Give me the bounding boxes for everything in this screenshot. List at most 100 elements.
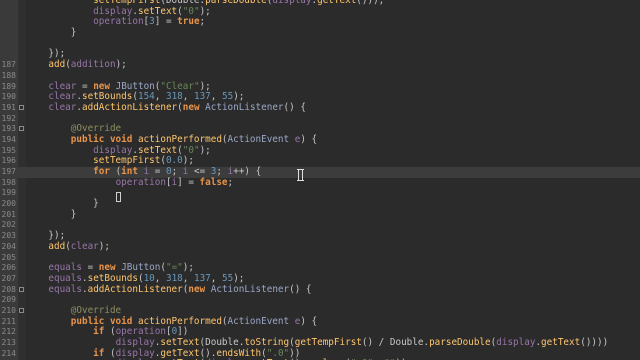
code-token: ); (199, 80, 211, 92)
code-text: } (26, 208, 77, 221)
code-token: ]) (177, 326, 189, 338)
code-token: setText (137, 144, 178, 156)
code-token: ".0" (266, 347, 290, 359)
code-token: <= (188, 166, 211, 177)
line-number: 199 (1, 188, 16, 198)
code-token: ] = (177, 176, 200, 188)
line-number: 196 (1, 156, 16, 166)
code-token: () { (283, 101, 306, 113)
code-line[interactable]: 201 } (0, 208, 640, 221)
code-token: add (48, 240, 66, 252)
code-line[interactable]: 191 clear.addActionListener(new ActionLi… (0, 101, 640, 114)
code-token: } (26, 208, 77, 220)
code-token: ) { (300, 315, 318, 327)
code-line[interactable] (0, 39, 640, 50)
code-token: ); (98, 240, 110, 252)
code-token: ActionListener (210, 283, 290, 295)
code-token: setBounds (82, 91, 133, 103)
code-token: actionPerformed (137, 133, 222, 145)
code-token: getText (317, 0, 357, 6)
code-token: clear (48, 101, 77, 113)
code-line[interactable]: 202 (0, 220, 640, 231)
line-number: 192 (1, 113, 16, 123)
code-token: if (93, 347, 105, 359)
code-token: 154 (137, 91, 155, 103)
line-number: 206 (1, 263, 16, 273)
line-number: 211 (1, 316, 16, 326)
code-token: 10 (143, 272, 155, 284)
code-token: "=" (165, 262, 183, 274)
fold-toggle-icon[interactable] (19, 104, 24, 110)
code-line[interactable]: } (0, 27, 640, 39)
code-token: ) { (300, 133, 318, 145)
code-token: ); (182, 155, 194, 167)
code-token: } (26, 198, 99, 210)
code-line[interactable]: 204 add(clear); (0, 240, 640, 253)
line-number: 203 (1, 231, 16, 241)
line-number: 201 (1, 209, 16, 219)
code-token: 55 (221, 91, 234, 103)
code-token: 137 (193, 91, 211, 103)
code-area[interactable]: setTempFirst(Double.parseDouble(display.… (0, 0, 640, 360)
fold-toggle-icon[interactable] (19, 126, 24, 132)
code-token: if (93, 326, 105, 338)
code-token: }); (26, 48, 66, 60)
line-number: 188 (1, 70, 16, 80)
code-token: ; (216, 166, 228, 177)
i-beam-cursor-icon (297, 169, 304, 181)
code-line[interactable]: 187 add(addition); (0, 59, 640, 71)
code-token: setText (137, 5, 178, 17)
code-token: , (210, 91, 222, 103)
code-token: setText (160, 337, 200, 348)
code-token: actionPerformed (137, 315, 222, 327)
code-token: ())); (356, 0, 385, 6)
code-text: equals.addActionListener(new ActionListe… (26, 283, 311, 296)
line-number: 193 (1, 124, 16, 134)
code-token: for (93, 166, 110, 177)
code-token: new (93, 80, 110, 92)
code-token: @Override (70, 123, 122, 135)
code-token: ); (199, 5, 211, 17)
code-text: clear.addActionListener(new ActionListen… (26, 101, 306, 114)
line-number: 202 (1, 220, 16, 230)
code-token: equals (48, 272, 82, 284)
code-token: 137 (193, 272, 211, 284)
line-number: 200 (1, 199, 16, 209)
code-line[interactable]: 200 } (0, 198, 640, 210)
code-token: ; (227, 176, 234, 188)
code-token: true (177, 16, 200, 28)
code-token: "0" (182, 5, 200, 17)
line-number: 213 (1, 338, 16, 347)
fold-toggle-icon[interactable] (19, 307, 24, 313)
code-token: operation (93, 16, 144, 28)
code-token: = (149, 166, 166, 177)
code-token: int (121, 166, 138, 177)
code-token: operation (115, 176, 166, 188)
code-token: ( (104, 326, 116, 338)
code-token: () / Double. (361, 337, 430, 348)
line-number: 210 (1, 305, 16, 315)
code-token: display (496, 337, 536, 348)
code-token: operation (115, 326, 166, 338)
code-token: ); (233, 91, 245, 103)
fold-toggle-icon[interactable] (19, 286, 24, 292)
code-token: public void (70, 315, 138, 327)
code-token: , (182, 272, 194, 284)
line-number: 195 (1, 145, 16, 155)
code-line[interactable]: 208 equals.addActionListener(new ActionL… (0, 283, 640, 296)
code-line[interactable]: 198 operation[i] = false; (0, 176, 640, 189)
code-editor[interactable]: setTempFirst(Double.parseDouble(display.… (0, 0, 640, 360)
line-number: 205 (1, 252, 16, 262)
code-line[interactable]: operation[3] = true; (0, 17, 640, 28)
